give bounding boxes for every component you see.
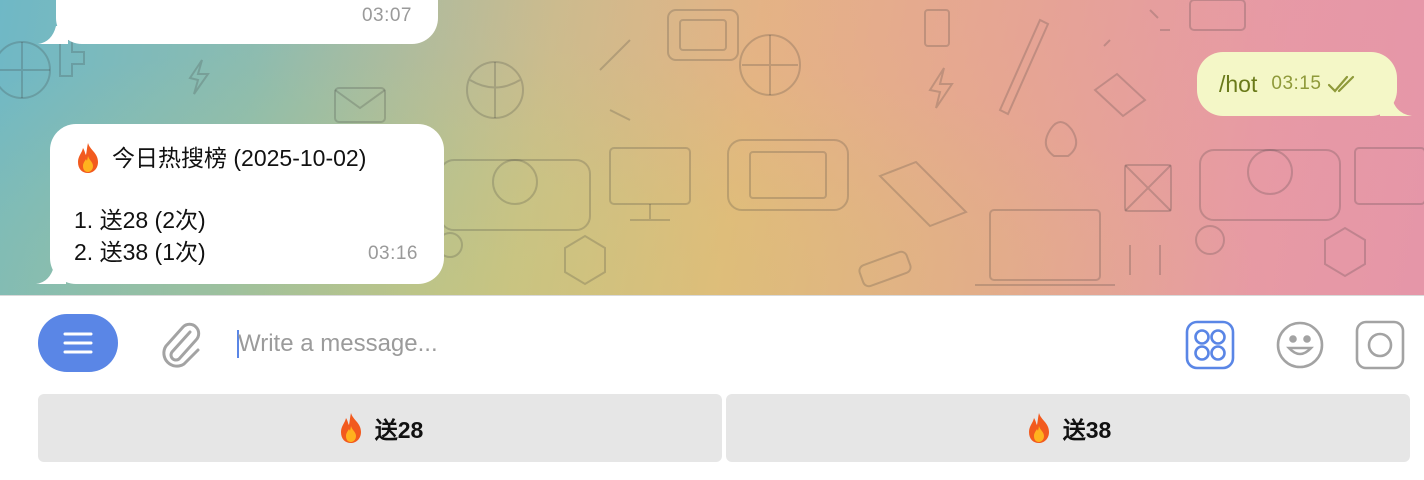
- incoming-message-hot-list[interactable]: 今日热搜榜 (2025-10-02) 1. 送28 (2次) 2. 送38 (1…: [50, 124, 444, 284]
- hot-list-title-line: 今日热搜榜 (2025-10-02): [74, 142, 420, 174]
- message-time: 03:16: [367, 243, 418, 264]
- bubble-tail: [38, 26, 68, 44]
- hot-list-title: 今日热搜榜 (2025-10-02): [112, 145, 367, 171]
- fire-icon: [340, 413, 361, 443]
- message-time: 03:07: [361, 5, 412, 26]
- keyboard-button-label: 送28: [374, 417, 424, 443]
- message-input[interactable]: [238, 322, 1138, 366]
- message-time: 03:15: [1271, 73, 1322, 94]
- bubble-tail: [36, 266, 66, 284]
- record-icon[interactable]: [1355, 320, 1405, 370]
- keyboard-button-label: 送38: [1062, 417, 1112, 443]
- bubble-tail: [1380, 98, 1412, 116]
- apps-grid-icon[interactable]: [1185, 320, 1235, 370]
- menu-icon: [63, 332, 93, 354]
- incoming-message-previous[interactable]: 03:07: [56, 0, 438, 44]
- fire-icon: [78, 143, 98, 173]
- keyboard-button-song38[interactable]: 送38: [726, 394, 1410, 462]
- double-check-icon: [1327, 74, 1357, 94]
- emoji-icon[interactable]: [1275, 320, 1325, 370]
- keyboard-button-song28[interactable]: 送28: [38, 394, 722, 462]
- message-text: /hot: [1219, 71, 1258, 97]
- fire-icon: [1028, 413, 1049, 443]
- message-composer: [0, 296, 1424, 392]
- paperclip-icon[interactable]: [156, 318, 204, 370]
- chat-area: 03:07 /hot 03:15 今日热搜榜 (2025-10-02) 1. 送…: [0, 0, 1424, 295]
- menu-button[interactable]: [38, 314, 118, 372]
- outgoing-message[interactable]: /hot 03:15: [1197, 52, 1397, 116]
- hot-list-item: 1. 送28 (2次): [74, 207, 206, 233]
